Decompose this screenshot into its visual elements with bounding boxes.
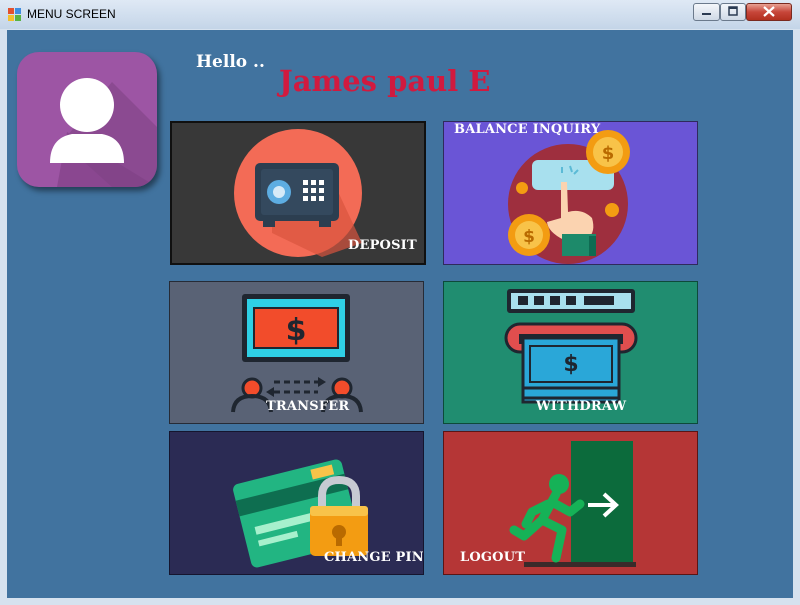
maximize-icon: [728, 6, 738, 16]
withdraw-label: WITHDRAW: [536, 399, 627, 414]
change-pin-button[interactable]: CHANGE PIN: [169, 431, 424, 575]
user-name: James paul E: [279, 64, 491, 98]
deposit-label: DEPOSIT: [348, 238, 417, 253]
avatar: [17, 52, 157, 187]
menu-panel: Hello .. James paul E DEPOSIT $ $ BALANC…: [7, 30, 793, 598]
logout-label: LOGOUT: [460, 550, 526, 565]
transfer-label: TRANSFER: [266, 399, 350, 414]
app-icon: [8, 8, 21, 21]
menu-screen-window: MENU SCREEN Hello .. James paul E DEPOSI…: [0, 0, 800, 605]
transfer-button[interactable]: $ TRANSFER: [169, 281, 424, 424]
maximize-button[interactable]: [720, 3, 746, 21]
change-pin-label: CHANGE PIN: [324, 550, 424, 565]
deposit-button[interactable]: DEPOSIT: [170, 121, 426, 265]
withdraw-button[interactable]: $ WITHDRAW: [443, 281, 698, 424]
svg-text:$: $: [602, 143, 615, 164]
minimize-icon: [702, 13, 711, 15]
touch-coin-icon: $ $: [444, 122, 630, 264]
balance-inquiry-label: BALANCE INQUIRY: [454, 122, 601, 137]
svg-text:$: $: [286, 313, 307, 348]
hello-text: Hello ..: [196, 52, 265, 72]
logout-button[interactable]: LOGOUT: [443, 431, 698, 575]
minimize-button[interactable]: [693, 3, 720, 21]
user-silhouette-icon: [50, 78, 157, 187]
balance-inquiry-button[interactable]: $ $ BALANCE INQUIRY: [443, 121, 698, 265]
svg-text:$: $: [563, 352, 578, 377]
svg-text:$: $: [523, 227, 535, 247]
close-button[interactable]: [746, 3, 792, 21]
title-bar[interactable]: MENU SCREEN: [0, 0, 800, 29]
window-title: MENU SCREEN: [27, 7, 116, 21]
close-icon: [763, 6, 775, 17]
